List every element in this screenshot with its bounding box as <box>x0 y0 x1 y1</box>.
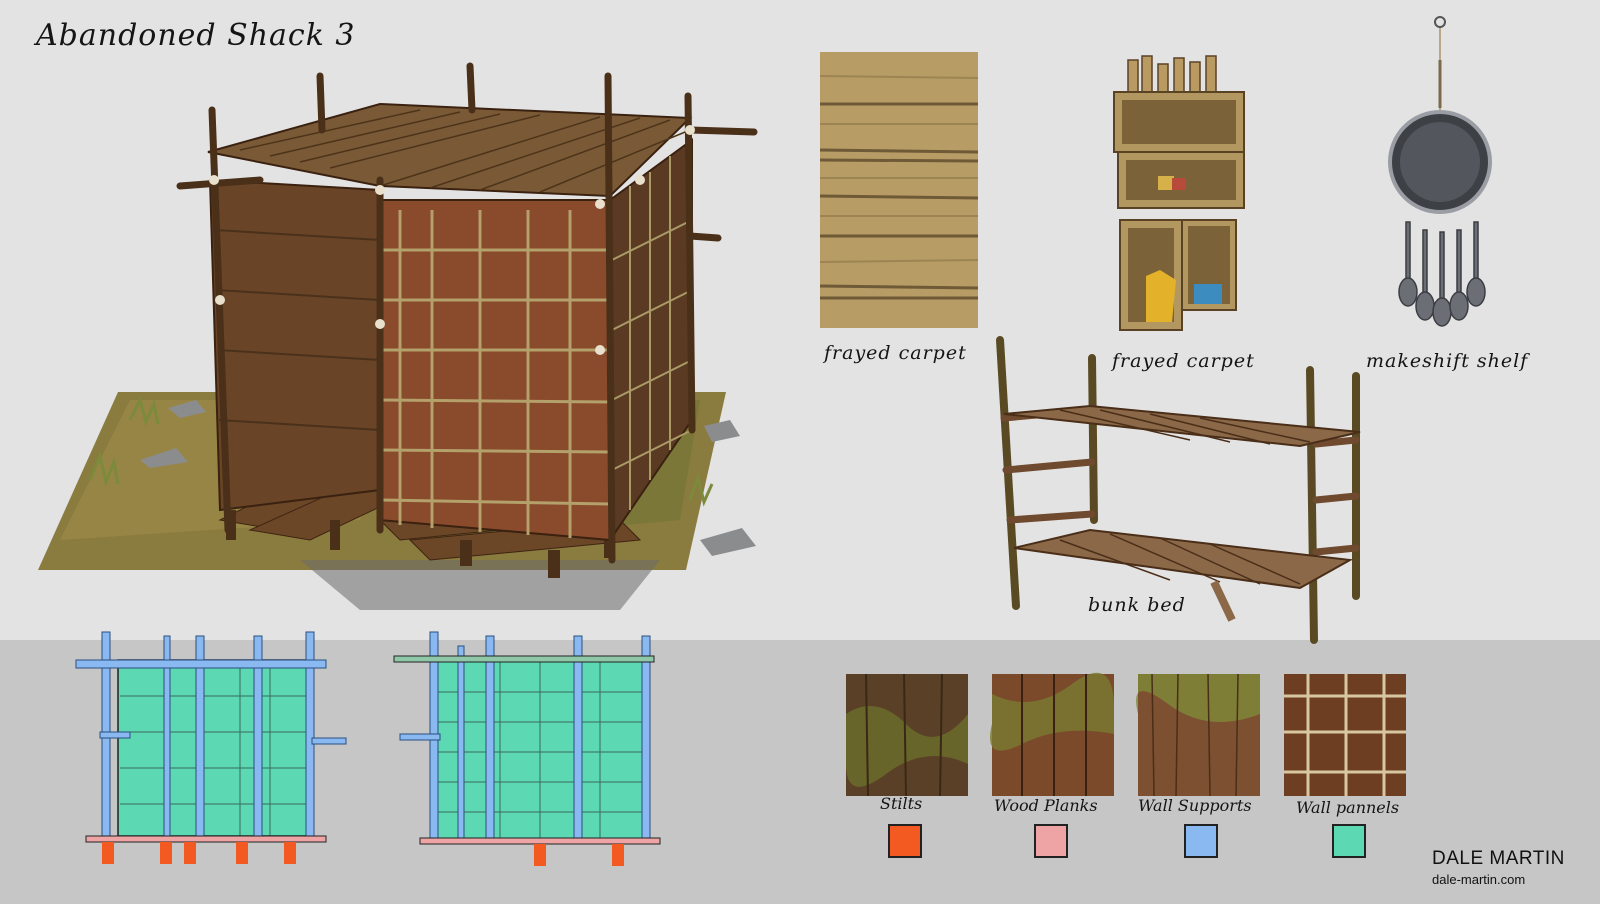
material-label-wall-supports: Wall Supports <box>1138 796 1252 815</box>
color-key-wood-planks <box>1034 824 1068 858</box>
carpet-caption: frayed carpet <box>824 342 967 364</box>
upper-bunk <box>1003 404 1361 448</box>
front-elevation <box>75 631 347 864</box>
color-key-wall-supports <box>1184 824 1218 858</box>
material-label-wall-pannels: Wall pannels <box>1296 798 1400 817</box>
author-website[interactable]: dale-martin.com <box>1432 872 1525 887</box>
color-key-stilts <box>888 824 922 858</box>
author-name: DALE MARTIN <box>1432 848 1565 869</box>
material-label-wood-planks: Wood Planks <box>994 796 1098 815</box>
material-label-stilts: Stilts <box>880 794 923 813</box>
lower-bunk <box>1013 528 1354 590</box>
crate-shelf-caption: frayed carpet <box>1112 350 1255 372</box>
bunk-bed-caption: bunk bed <box>1088 594 1186 616</box>
texture-stilts <box>846 673 968 797</box>
bunk-bed-render <box>996 336 1361 644</box>
color-key-wall-pannels <box>1332 824 1366 858</box>
pan-shelf-caption: makeshift shelf <box>1366 350 1529 372</box>
side-elevation <box>393 631 661 866</box>
texture-wood-planks <box>990 672 1114 796</box>
texture-wall-supports <box>1136 673 1260 797</box>
texture-wall-pannels <box>1284 674 1406 796</box>
